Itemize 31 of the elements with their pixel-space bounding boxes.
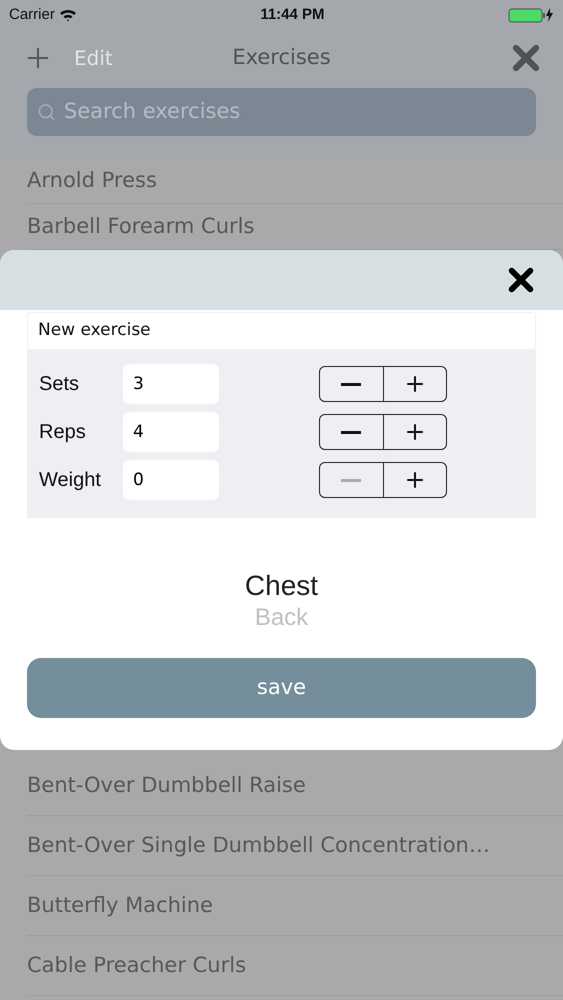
- picker-option[interactable]: Chest: [244, 570, 318, 602]
- save-button[interactable]: save: [27, 658, 536, 718]
- minus-icon: [341, 382, 362, 386]
- status-time: 11:44 PM: [260, 4, 325, 25]
- search-input[interactable]: Search exercises: [64, 96, 526, 128]
- wifi-icon: [58, 8, 77, 22]
- number-field[interactable]: 4: [123, 412, 219, 452]
- name-field[interactable]: New exercise: [38, 318, 525, 344]
- field-label: Sets: [38, 372, 80, 397]
- exercise-name[interactable]: Cable Preacher Curls: [27, 950, 246, 982]
- exercise-name[interactable]: Arnold Press: [27, 164, 157, 196]
- close-icon[interactable]: [507, 266, 535, 294]
- exercise-name[interactable]: Barbell Forearm Curls: [27, 210, 254, 242]
- picker-option[interactable]: Back: [254, 602, 308, 634]
- minus-icon: [341, 430, 362, 434]
- exercise-name[interactable]: Butterfly Machine: [27, 890, 213, 922]
- nav-title: Exercises: [232, 44, 331, 72]
- minus-icon: [341, 478, 362, 482]
- exercise-name[interactable]: Bent-Over Dumbbell Raise: [27, 770, 306, 802]
- field-label: Reps: [38, 420, 87, 445]
- category-picker[interactable]: Chest Back: [0, 570, 563, 634]
- search-field[interactable]: Search exercises: [27, 88, 536, 136]
- number-field[interactable]: 3: [123, 364, 219, 404]
- exercise-name[interactable]: Bent-Over Single Dumbbell Concentration…: [27, 830, 490, 862]
- battery-icon: [508, 7, 554, 23]
- carrier-label: Carrier: [9, 4, 55, 25]
- name-field[interactable]: New exercise: [27, 312, 536, 350]
- field-label: Weight: [38, 468, 102, 493]
- search-icon: [37, 102, 56, 122]
- number-field[interactable]: 0: [123, 460, 219, 500]
- edit-button[interactable]: Edit: [74, 43, 113, 73]
